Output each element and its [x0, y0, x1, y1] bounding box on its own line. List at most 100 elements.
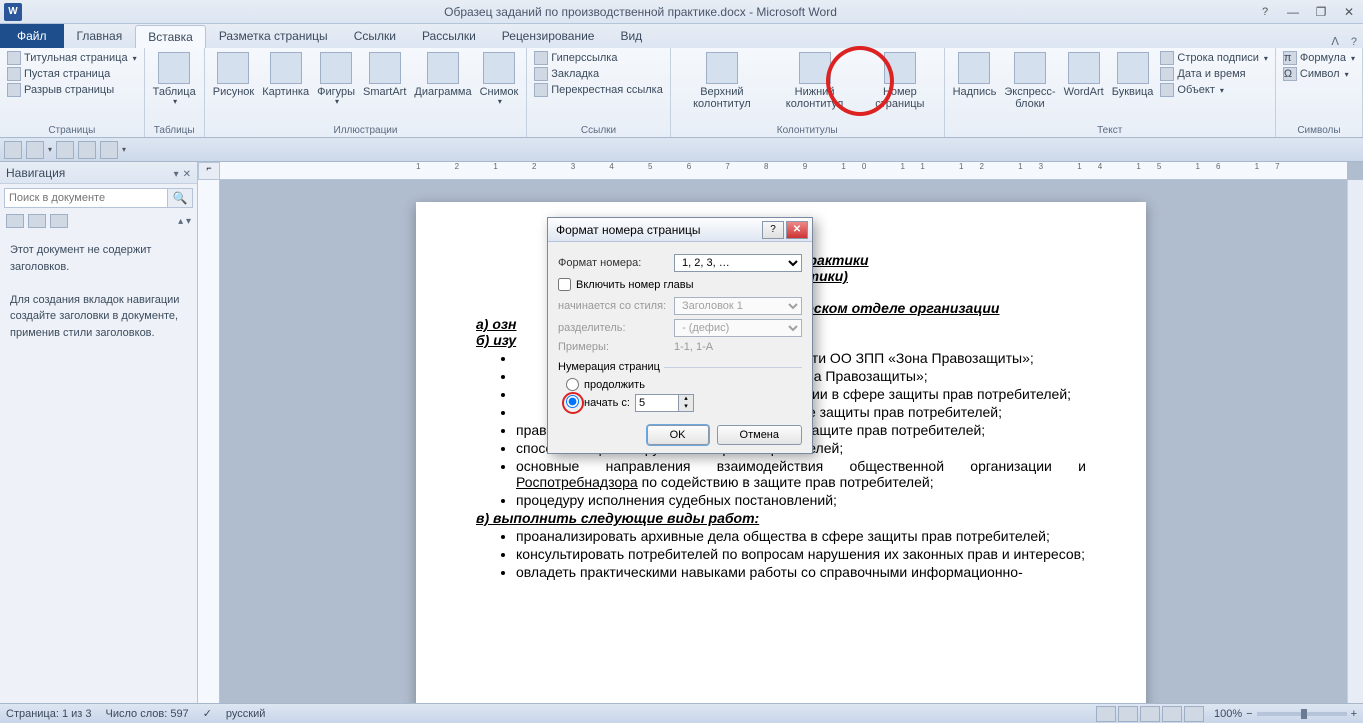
qat-save-icon[interactable] — [4, 141, 22, 159]
page-number-format-dialog: Формат номера страницы ? ✕ Формат номера… — [547, 217, 813, 454]
nav-down-icon[interactable]: ▾ — [186, 216, 191, 227]
status-bar: Страница: 1 из 3 Число слов: 597 ✓ русск… — [0, 703, 1363, 723]
view-fullscreen[interactable] — [1118, 706, 1138, 722]
number-format-select[interactable]: 1, 2, 3, … — [674, 254, 802, 272]
ok-button[interactable]: OK — [647, 425, 709, 445]
signature-line-button[interactable]: Строка подписи▾ — [1157, 50, 1270, 66]
cancel-button[interactable]: Отмена — [717, 425, 802, 445]
bookmark-button[interactable]: Закладка — [531, 66, 666, 82]
tab-view[interactable]: Вид — [607, 24, 655, 48]
group-headerfooter-label: Колонтитулы — [675, 124, 940, 137]
nav-up-icon[interactable]: ▴ — [178, 216, 183, 227]
include-chapter-checkbox[interactable] — [558, 278, 571, 291]
nav-view-pages[interactable] — [28, 214, 46, 228]
chart-button[interactable]: Диаграмма — [410, 50, 475, 100]
status-words[interactable]: Число слов: 597 — [106, 708, 189, 720]
qat-undo-icon[interactable] — [26, 141, 44, 159]
nav-view-headings[interactable] — [6, 214, 24, 228]
start-at-radio[interactable] — [566, 395, 579, 408]
tab-home[interactable]: Главная — [64, 24, 136, 48]
symbol-button[interactable]: ΩСимвол▾ — [1280, 66, 1358, 82]
title-bar: W Образец заданий по производственной пр… — [0, 0, 1363, 24]
group-symbols-label: Символы — [1280, 124, 1358, 137]
zoom-slider[interactable] — [1257, 712, 1347, 716]
spinner-up-icon[interactable]: ▴ — [679, 395, 693, 403]
equation-button[interactable]: πФормула▾ — [1280, 50, 1358, 66]
quickparts-button[interactable]: Экспресс-блоки — [1000, 50, 1059, 112]
separator-label: разделитель: — [558, 322, 668, 334]
group-pages-label: Страницы — [4, 124, 140, 137]
tab-insert[interactable]: Вставка — [135, 25, 206, 48]
view-draft[interactable] — [1184, 706, 1204, 722]
status-proofing-icon[interactable]: ✓ — [203, 707, 212, 720]
include-chapter-label: Включить номер главы — [576, 279, 694, 291]
heading-style-select: Заголовок 1 — [674, 297, 802, 315]
page-number-button[interactable]: Номер страницы — [860, 50, 939, 112]
nav-message-2: Для создания вкладок навигации создайте … — [10, 292, 187, 342]
zoom-level[interactable]: 100% — [1214, 708, 1242, 720]
qat-open-icon[interactable] — [56, 141, 74, 159]
table-button[interactable]: Таблица▾ — [149, 50, 200, 109]
dialog-title: Формат номера страницы — [556, 223, 760, 237]
qat-new-icon[interactable] — [100, 141, 118, 159]
word-app-icon: W — [4, 3, 22, 21]
close-icon[interactable]: ✕ — [1335, 5, 1363, 19]
cover-page-button[interactable]: Титульная страница▾ — [4, 50, 140, 66]
dropcap-button[interactable]: Буквица — [1108, 50, 1158, 100]
object-button[interactable]: Объект▾ — [1157, 82, 1270, 98]
qat-folder-icon[interactable] — [78, 141, 96, 159]
tab-layout[interactable]: Разметка страницы — [206, 24, 341, 48]
page-break-button[interactable]: Разрыв страницы — [4, 82, 140, 98]
ribbon-help-icon[interactable]: ? — [1345, 36, 1363, 48]
starts-with-style-label: начинается со стиля: — [558, 300, 668, 312]
horizontal-ruler[interactable]: 1 2 1 2 3 4 5 6 7 8 9 10 11 12 13 14 15 … — [220, 162, 1347, 180]
status-language[interactable]: русский — [226, 708, 265, 720]
vertical-scrollbar[interactable] — [1347, 180, 1363, 703]
ribbon-minimize-icon[interactable]: ᐱ — [1325, 35, 1345, 48]
restore-icon[interactable]: ❐ — [1307, 5, 1335, 19]
dialog-help-icon[interactable]: ? — [762, 221, 784, 239]
header-button[interactable]: Верхний колонтитул — [675, 50, 769, 112]
search-input[interactable] — [4, 188, 167, 208]
minimize-icon[interactable]: — — [1279, 5, 1307, 19]
vertical-ruler[interactable] — [198, 180, 220, 703]
view-outline[interactable] — [1162, 706, 1182, 722]
view-print-layout[interactable] — [1096, 706, 1116, 722]
status-page[interactable]: Страница: 1 из 3 — [6, 708, 92, 720]
nav-title: Навигация — [6, 166, 65, 180]
tab-references[interactable]: Ссылки — [341, 24, 409, 48]
nav-dropdown-icon[interactable]: ▾ — [174, 169, 179, 180]
footer-button[interactable]: Нижний колонтитул — [769, 50, 860, 112]
tab-review[interactable]: Рецензирование — [489, 24, 608, 48]
start-at-input[interactable] — [636, 395, 678, 411]
datetime-button[interactable]: Дата и время — [1157, 66, 1270, 82]
ruler-toggle[interactable]: ⌐ — [198, 162, 220, 180]
tab-mailings[interactable]: Рассылки — [409, 24, 489, 48]
continue-radio[interactable] — [566, 378, 579, 391]
view-web[interactable] — [1140, 706, 1160, 722]
shapes-button[interactable]: Фигуры▾ — [313, 50, 359, 109]
hyperlink-button[interactable]: Гиперссылка — [531, 50, 666, 66]
help-icon[interactable]: ? — [1255, 6, 1275, 18]
smartart-button[interactable]: SmartArt — [359, 50, 410, 100]
zoom-out-icon[interactable]: − — [1246, 708, 1252, 720]
ribbon: Титульная страница▾ Пустая страница Разр… — [0, 48, 1363, 138]
nav-close-icon[interactable]: ✕ — [183, 169, 191, 180]
examples-label: Примеры: — [558, 341, 668, 353]
crossref-button[interactable]: Перекрестная ссылка — [531, 82, 666, 98]
nav-view-results[interactable] — [50, 214, 68, 228]
tab-file[interactable]: Файл — [0, 24, 64, 48]
picture-button[interactable]: Рисунок — [209, 50, 259, 100]
search-button[interactable]: 🔍 — [167, 188, 193, 208]
textbox-button[interactable]: Надпись — [949, 50, 1001, 100]
nav-message-1: Этот документ не содержит заголовков. — [10, 242, 187, 275]
group-illustrations-label: Иллюстрации — [209, 124, 523, 137]
zoom-in-icon[interactable]: + — [1351, 708, 1357, 720]
screenshot-button[interactable]: Снимок▾ — [476, 50, 523, 109]
wordart-button[interactable]: WordArt — [1060, 50, 1108, 100]
dialog-close-icon[interactable]: ✕ — [786, 221, 808, 239]
group-text-label: Текст — [949, 124, 1271, 137]
clipart-button[interactable]: Картинка — [258, 50, 313, 100]
spinner-down-icon[interactable]: ▾ — [679, 403, 693, 411]
blank-page-button[interactable]: Пустая страница — [4, 66, 140, 82]
